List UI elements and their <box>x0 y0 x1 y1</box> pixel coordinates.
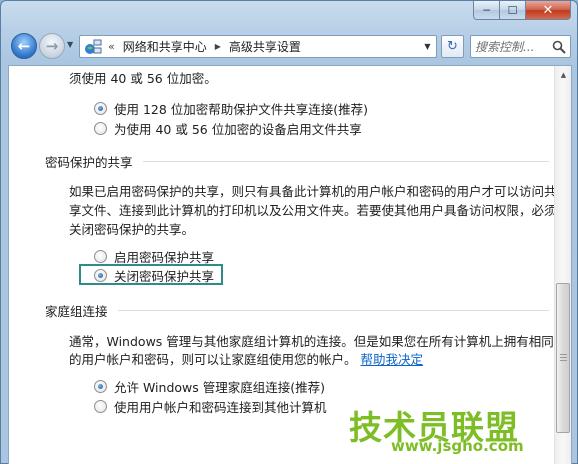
grip-line <box>560 357 567 358</box>
radio-label: 使用用户帐户和密码连接到其他计算机 <box>114 399 327 415</box>
recent-pages-dropdown[interactable]: ▼ <box>67 40 73 49</box>
grip-line <box>560 354 567 355</box>
search-input[interactable] <box>475 38 551 55</box>
address-bar[interactable]: « 网络和共享中心 ▶ 高级共享设置 ▼ <box>79 35 437 58</box>
radio-enable-password-sharing[interactable]: 启用密码保护共享 <box>94 247 214 265</box>
grip-line <box>560 360 567 361</box>
divider <box>142 161 549 162</box>
homegroup-description-line-1: 通常，Windows 管理与其他家庭组计算机的连接。但是如果您在所有计算机上拥有… <box>69 334 554 349</box>
homegroup-description-text: 的用户帐户和密码，则可以让家庭组使用您的帐户。 <box>69 352 357 367</box>
radio-label: 为使用 40 或 56 位加密的设备启用文件共享 <box>114 121 362 137</box>
breadcrumb-overflow-chevron[interactable]: « <box>108 40 115 53</box>
radio-button-checked[interactable] <box>94 101 107 115</box>
section-header-homegroup: 家庭组连接 <box>45 301 549 320</box>
radio-encryption-40-56[interactable]: 为使用 40 或 56 位加密的设备启用文件共享 <box>94 119 362 137</box>
section-header-password: 密码保护的共享 <box>45 152 549 171</box>
navigation-bar: ← → ▼ « 网络和共享中心 ▶ 高级共享设置 ▼ ↻ <box>9 31 571 61</box>
homegroup-description-line-2: 的用户帐户和密码，则可以让家庭组使用您的帐户。 帮助我决定 <box>69 350 539 369</box>
radio-encryption-128[interactable]: 使用 128 位加密帮助保护文件共享连接(推荐) <box>94 99 368 117</box>
password-description-line-3: 关闭密码保护的共享。 <box>69 222 195 237</box>
radio-label: 使用 128 位加密帮助保护文件共享连接(推荐) <box>114 101 369 117</box>
window-frame: ─ ☐ ✕ ← → ▼ « 网络和共享中心 ▶ 高级共享设置 ▼ ↻ 搜索控制.… <box>0 0 578 464</box>
password-description-line-1: 如果已启用密码保护的共享，则只有具备此计算机的用户帐户和密码的用户才可以访问共 <box>69 184 557 199</box>
forward-button[interactable]: → <box>39 33 65 59</box>
breadcrumb-separator-icon[interactable]: ▶ <box>215 42 221 51</box>
breadcrumb-advanced-sharing[interactable]: 高级共享设置 <box>229 38 301 55</box>
radio-allow-windows-manage[interactable]: 允许 Windows 管理家庭组连接(推荐) <box>94 377 325 395</box>
divider <box>117 310 549 311</box>
radio-label: 允许 Windows 管理家庭组连接(推荐) <box>114 379 325 395</box>
radio-button-checked[interactable] <box>94 379 107 393</box>
back-button[interactable]: ← <box>11 33 37 59</box>
search-box <box>470 35 571 58</box>
minimize-button[interactable]: ─ <box>473 1 500 20</box>
section-title: 家庭组连接 <box>45 304 108 319</box>
watermark-logo: 技术员联盟 www.jsgho.com <box>341 401 571 464</box>
radio-button[interactable] <box>94 249 107 263</box>
watermark-url: www.jsgho.com <box>391 437 524 455</box>
radio-button-checked[interactable] <box>94 268 107 282</box>
encryption-description: 须使用 40 或 56 位加密。 <box>69 71 217 86</box>
password-description-line-2: 享文件、连接到此计算机的打印机以及公用文件夹。若要使其他用户具备访问权限，必须 <box>69 203 557 218</box>
close-button[interactable]: ✕ <box>526 1 571 20</box>
address-dropdown-icon[interactable]: ▼ <box>419 36 436 57</box>
refresh-button[interactable]: ↻ <box>441 35 464 58</box>
search-icon[interactable] <box>552 40 566 54</box>
radio-disable-password-sharing[interactable]: 关闭密码保护共享 <box>94 266 214 284</box>
scroll-up-arrow-icon[interactable]: ▲ <box>555 66 571 83</box>
back-arrow-icon: ← <box>17 37 31 55</box>
help-me-decide-link[interactable]: 帮助我决定 <box>361 352 424 367</box>
forward-arrow-icon: → <box>45 37 59 55</box>
maximize-button[interactable]: ☐ <box>500 1 526 20</box>
radio-use-accounts[interactable]: 使用用户帐户和密码连接到其他计算机 <box>94 397 327 415</box>
network-icon <box>83 37 103 57</box>
refresh-icon: ↻ <box>447 39 458 54</box>
radio-button[interactable] <box>94 121 107 135</box>
section-title: 密码保护的共享 <box>45 155 133 170</box>
radio-button[interactable] <box>94 399 107 413</box>
breadcrumb-network-center[interactable]: 网络和共享中心 <box>123 38 207 55</box>
radio-label: 关闭密码保护共享 <box>114 268 215 284</box>
radio-label: 启用密码保护共享 <box>114 249 215 265</box>
caption-buttons: ─ ☐ ✕ <box>473 1 571 20</box>
